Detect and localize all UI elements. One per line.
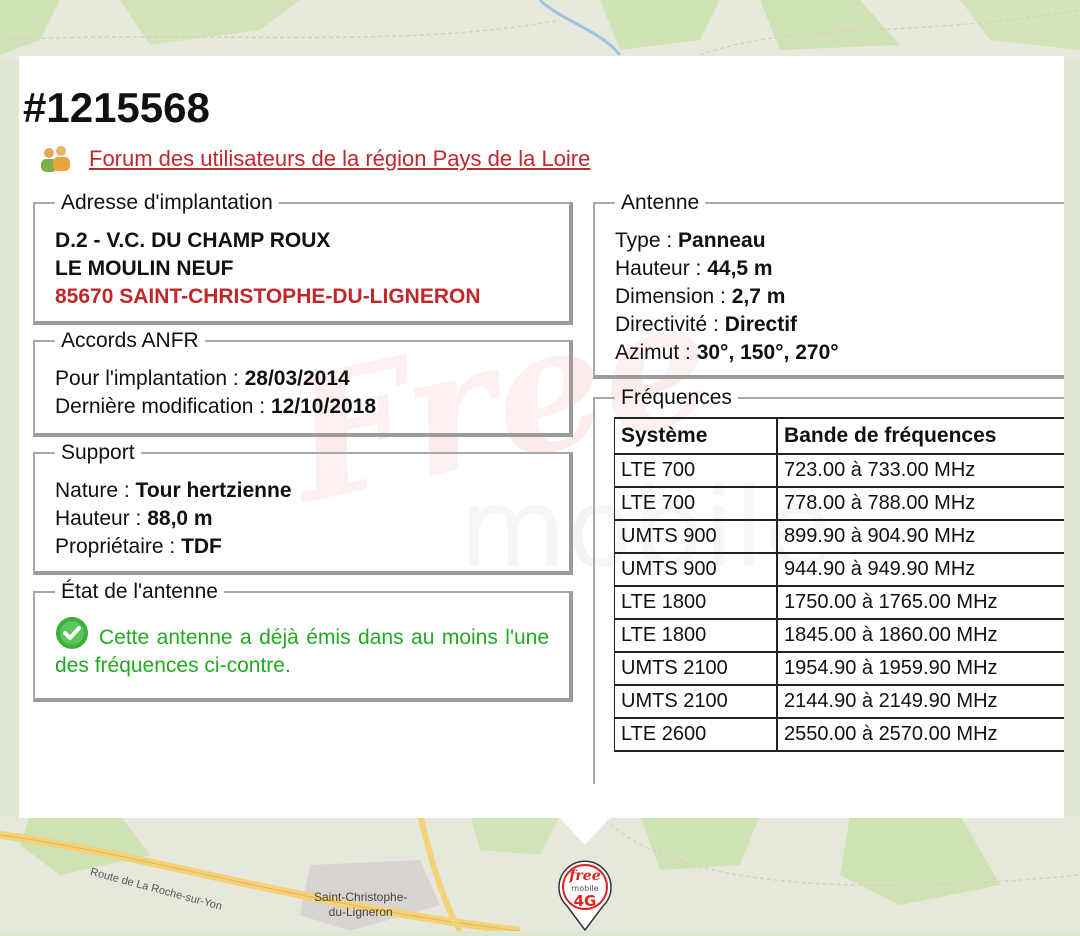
row-band: 944.90 à 949.90 MHz [776, 552, 1064, 587]
site-popup: Free mobile #1215568 Forum des utilisate… [19, 56, 1064, 818]
frequencies-scroll[interactable]: Système Bande de fréquences LTE 700 723.0… [614, 417, 1064, 762]
support-owner: Propriétaire : TDF [55, 535, 222, 558]
address-legend: Adresse d'implantation [61, 191, 273, 214]
address-line1: D.2 - V.C. DU CHAMP ROUX [55, 229, 331, 252]
header-system: Système [614, 417, 779, 455]
row-system: LTE 1800 [614, 585, 779, 620]
table-row: LTE 1800 1845.00 à 1860.00 MHz [614, 618, 1064, 653]
table-row: LTE 700 778.00 à 788.00 MHz [614, 486, 1064, 521]
table-row: UMTS 900 899.90 à 904.90 MHz [614, 519, 1064, 554]
support-height: Hauteur : 88,0 m [55, 507, 213, 530]
check-circle-icon [56, 617, 88, 649]
antenna-azimuth: Azimut : 30°, 150°, 270° [615, 341, 839, 364]
marker-tech: 4G [574, 892, 597, 910]
antenna-directivity: Directivité : Directif [615, 313, 798, 336]
table-row: UMTS 2100 2144.90 à 2149.90 MHz [614, 684, 1064, 719]
row-system: LTE 2600 [614, 717, 779, 752]
table-row: LTE 700 723.00 à 733.00 MHz [614, 453, 1064, 488]
antenna-type: Type : Panneau [615, 229, 766, 252]
users-icon [41, 146, 70, 172]
frequencies-table: Système Bande de fréquences LTE 700 723.0… [614, 417, 1064, 752]
address-line2: LE MOULIN NEUF [55, 257, 234, 280]
table-row: UMTS 900 944.90 à 949.90 MHz [614, 552, 1064, 587]
row-band: 723.00 à 733.00 MHz [776, 453, 1064, 488]
table-row: UMTS 2100 1954.90 à 1959.90 MHz [614, 651, 1064, 686]
town-label: Saint-Christophe- du-Ligneron [314, 890, 407, 920]
row-system: LTE 700 [614, 486, 779, 521]
address-line3: 85670 SAINT-CHRISTOPHE-DU-LIGNERON [55, 285, 481, 308]
header-band: Bande de fréquences [776, 417, 1064, 455]
address-fieldset: Adresse d'implantation D.2 - V.C. DU CHA… [33, 189, 573, 325]
town-label-line1: Saint-Christophe- [314, 890, 408, 904]
row-band: 778.00 à 788.00 MHz [776, 486, 1064, 521]
anfr-modif: Dernière modification : 12/10/2018 [55, 395, 377, 418]
state-legend: État de l'antenne [61, 580, 218, 603]
map-bottom[interactable] [0, 815, 1080, 931]
state-row: Cette antenne a déjà émis dans au moins … [55, 616, 549, 680]
popup-pointer [557, 815, 613, 845]
table-row: LTE 1800 1750.00 à 1765.00 MHz [614, 585, 1064, 620]
row-band: 899.90 à 904.90 MHz [776, 519, 1064, 554]
free-mobile-4g-marker[interactable]: free mobile 4G [555, 858, 615, 932]
marker-icon: free mobile 4G [558, 860, 612, 932]
row-band: 1954.90 à 1959.90 MHz [776, 651, 1064, 686]
antenna-fieldset: Antenne Type : Panneau Hauteur : 44,5 m … [593, 189, 1064, 379]
site-id: #1215568 [23, 84, 210, 131]
map-top[interactable] [0, 0, 1080, 60]
antenna-legend: Antenne [621, 191, 700, 214]
support-legend: Support [61, 441, 135, 464]
row-band: 1845.00 à 1860.00 MHz [776, 618, 1064, 653]
state-message: Cette antenne a déjà émis dans au moins … [55, 626, 549, 677]
support-fieldset: Support Nature : Tour hertzienne Hauteur… [33, 439, 573, 575]
row-band: 1750.00 à 1765.00 MHz [776, 585, 1064, 620]
state-fieldset: État de l'antenne Cette antenne a déjà é… [33, 578, 573, 702]
row-system: UMTS 900 [614, 519, 779, 554]
row-system: LTE 700 [614, 453, 779, 488]
row-system: UMTS 900 [614, 552, 779, 587]
row-system: UMTS 2100 [614, 684, 779, 719]
row-system: LTE 1800 [614, 618, 779, 653]
anfr-fieldset: Accords ANFR Pour l'implantation : 28/03… [33, 327, 573, 437]
support-nature: Nature : Tour hertzienne [55, 479, 292, 502]
row-band: 2550.00 à 2570.00 MHz [776, 717, 1064, 752]
forum-link[interactable]: Forum des utilisateurs de la région Pays… [89, 146, 590, 172]
antenna-dimension: Dimension : 2,7 m [615, 285, 786, 308]
antenna-height: Hauteur : 44,5 m [615, 257, 773, 280]
frequencies-legend: Fréquences [621, 386, 732, 409]
anfr-legend: Accords ANFR [61, 329, 199, 352]
row-system: UMTS 2100 [614, 651, 779, 686]
table-header-row: Système Bande de fréquences [614, 417, 1064, 455]
row-band: 2144.90 à 2149.90 MHz [776, 684, 1064, 719]
table-row: LTE 2600 2550.00 à 2570.00 MHz [614, 717, 1064, 752]
marker-brand: free [568, 868, 600, 884]
town-label-line2: du-Ligneron [328, 905, 393, 919]
forum-row: Forum des utilisateurs de la région Pays… [37, 144, 590, 174]
anfr-implant: Pour l'implantation : 28/03/2014 [55, 367, 350, 390]
